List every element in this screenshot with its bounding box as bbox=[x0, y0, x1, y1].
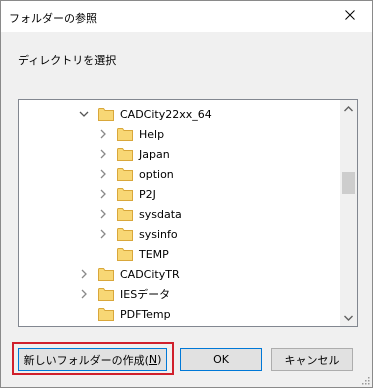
tree-item-label: CADCityTR bbox=[120, 267, 180, 281]
ok-label: OK bbox=[213, 353, 229, 366]
tree-item-temp[interactable]: TEMP bbox=[117, 244, 169, 264]
tree-item-label: option bbox=[139, 167, 174, 181]
close-icon bbox=[345, 10, 355, 23]
chevron-down-icon[interactable] bbox=[79, 109, 89, 119]
scroll-up-arrow-icon bbox=[344, 102, 353, 115]
dialog-description: ディレクトリを選択 bbox=[18, 54, 117, 67]
tree-item-ies-data[interactable]: IESデータ bbox=[79, 284, 170, 304]
vertical-scrollbar[interactable] bbox=[340, 100, 357, 326]
folder-icon bbox=[98, 287, 114, 301]
tree-item-label: sysinfo bbox=[139, 227, 178, 241]
folder-icon bbox=[98, 307, 114, 321]
folder-icon bbox=[117, 147, 133, 161]
folder-icon bbox=[98, 107, 114, 121]
chevron-right-icon[interactable] bbox=[98, 189, 108, 199]
resize-grip-icon[interactable] bbox=[360, 375, 370, 385]
tree-item-pdftemp[interactable]: PDFTemp bbox=[98, 304, 171, 324]
new-folder-button[interactable]: 新しいフォルダーの作成(N) bbox=[18, 348, 167, 371]
tree-item-cadcity22xx-64[interactable]: CADCity22xx_64 bbox=[79, 104, 212, 124]
title-bar: フォルダーの参照 bbox=[1, 1, 372, 32]
chevron-right-icon[interactable] bbox=[98, 129, 108, 139]
tree-item-p2j[interactable]: P2J bbox=[98, 184, 156, 204]
cancel-button[interactable]: キャンセル bbox=[271, 348, 353, 371]
chevron-right-icon[interactable] bbox=[98, 149, 108, 159]
tree-item-japan[interactable]: Japan bbox=[98, 144, 170, 164]
tree-item-label: P2J bbox=[139, 187, 156, 201]
new-folder-accelerator: N bbox=[148, 353, 158, 366]
scroll-down-arrow-icon bbox=[344, 311, 353, 324]
tree-item-label: Japan bbox=[139, 147, 170, 161]
scroll-down-button[interactable] bbox=[340, 309, 357, 326]
chevron-right-icon[interactable] bbox=[79, 269, 89, 279]
folder-tree[interactable]: CADCity22xx_64 Help Japan option P2J sys… bbox=[18, 99, 358, 327]
scrollbar-thumb[interactable] bbox=[342, 172, 355, 194]
tree-item-sysinfo[interactable]: sysinfo bbox=[98, 224, 178, 244]
tree-item-label: Help bbox=[139, 127, 165, 141]
window-title: フォルダーの参照 bbox=[9, 12, 97, 25]
tree-item-label: CADCity22xx_64 bbox=[120, 107, 212, 121]
cancel-label: キャンセル bbox=[284, 353, 340, 367]
tree-item-label: sysdata bbox=[139, 207, 182, 221]
tree-item-label: IESデータ bbox=[120, 288, 171, 301]
chevron-right-icon[interactable] bbox=[98, 229, 108, 239]
chevron-right-icon[interactable] bbox=[98, 209, 108, 219]
close-button[interactable] bbox=[328, 1, 372, 32]
new-folder-label: 新しいフォルダーの作成( bbox=[23, 353, 149, 367]
folder-icon bbox=[117, 247, 133, 261]
tree-item-label: PDFTemp bbox=[120, 307, 171, 321]
scroll-up-button[interactable] bbox=[340, 100, 357, 117]
chevron-right-icon[interactable] bbox=[79, 289, 89, 299]
folder-icon bbox=[117, 227, 133, 241]
folder-icon bbox=[117, 167, 133, 181]
folder-icon bbox=[117, 187, 133, 201]
tree-item-option[interactable]: option bbox=[98, 164, 174, 184]
chevron-right-icon[interactable] bbox=[98, 169, 108, 179]
folder-browse-dialog: フォルダーの参照 ディレクトリを選択 CADCity22xx_64 Help J… bbox=[0, 0, 373, 388]
tree-item-cadcitytr[interactable]: CADCityTR bbox=[79, 264, 180, 284]
folder-icon bbox=[117, 207, 133, 221]
tree-item-help[interactable]: Help bbox=[98, 124, 164, 144]
folder-icon bbox=[117, 127, 133, 141]
tree-item-sysdata[interactable]: sysdata bbox=[98, 204, 182, 224]
new-folder-label-close: ) bbox=[157, 353, 162, 366]
tree-item-label: TEMP bbox=[139, 247, 169, 261]
folder-icon bbox=[98, 267, 114, 281]
ok-button[interactable]: OK bbox=[180, 348, 262, 371]
